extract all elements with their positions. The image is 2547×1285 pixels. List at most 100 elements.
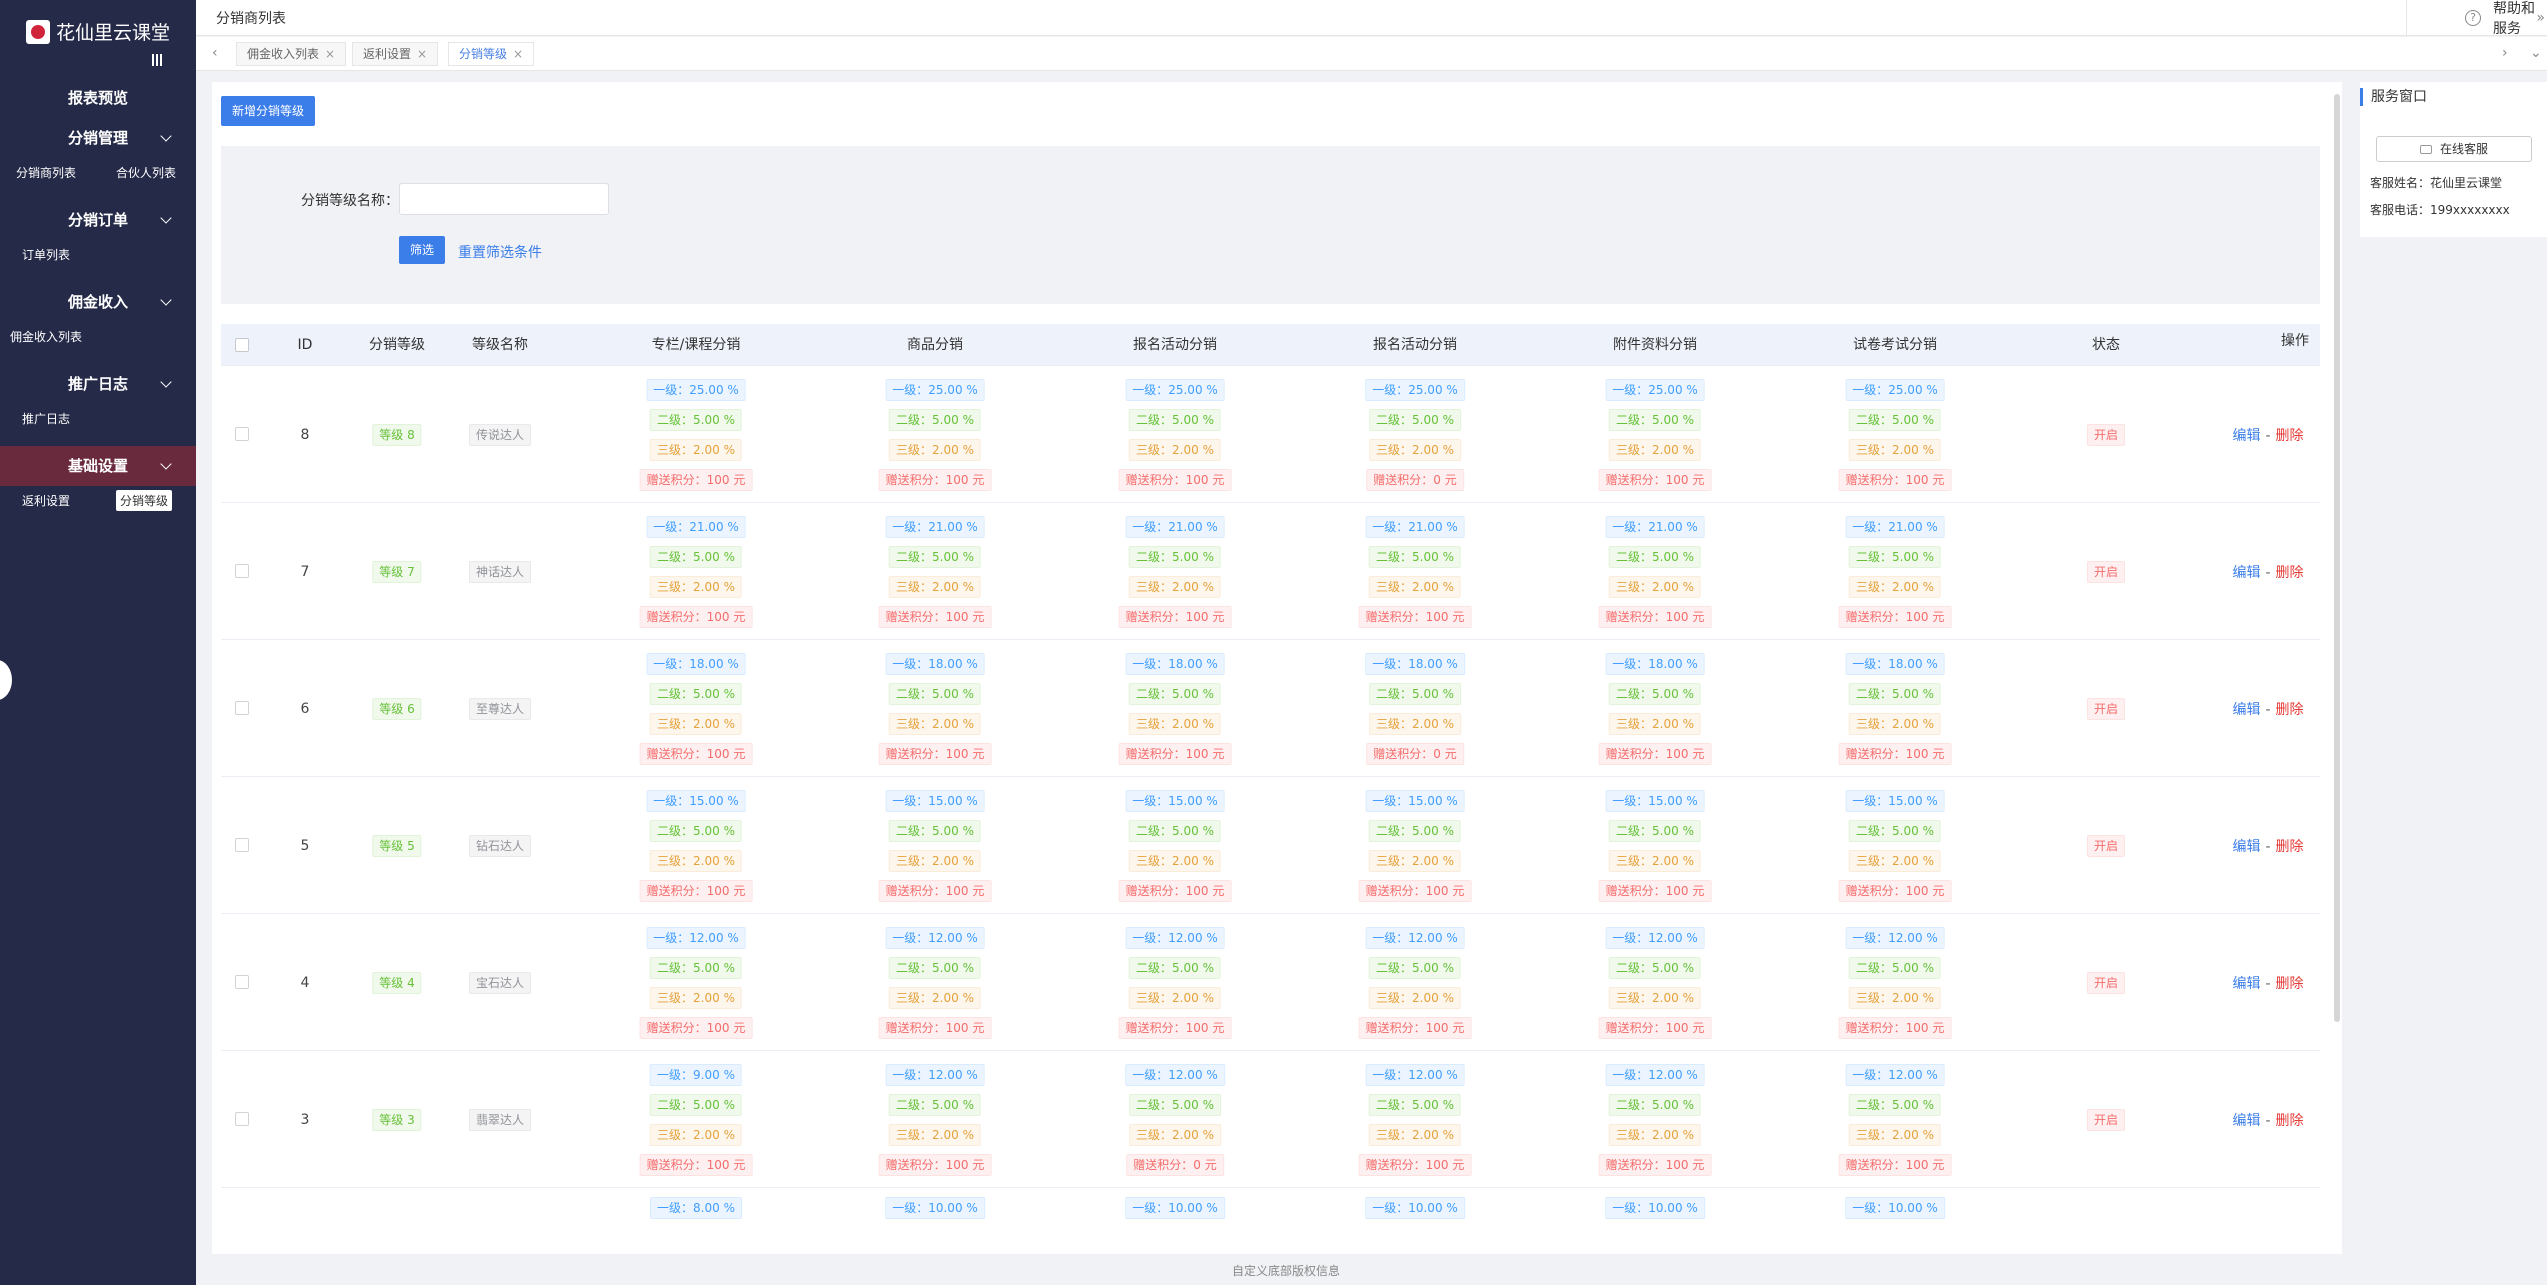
rate-cell: 一级：10.00 % (885, 1188, 985, 1242)
delete-link[interactable]: 删除 (2276, 1113, 2304, 1129)
close-icon[interactable]: × (325, 47, 335, 61)
table-row: 6 等级 6 至尊达人 一级：18.00 % 二级：5.00 % 三级：2.00 % 赠送积… (221, 640, 2320, 777)
level2-tag: 二级：5.00 % (1849, 956, 1941, 979)
level-name-tag: 宝石达人 (468, 971, 532, 994)
points-tag: 赠送积分：100 元 (1838, 1153, 1952, 1176)
tab-distribution-level[interactable]: 分销等级 × (448, 42, 535, 66)
app-logo[interactable]: 花仙里云课堂 (26, 18, 170, 45)
logo-icon (26, 19, 50, 44)
level3-tag: 三级：2.00 % (1849, 849, 1941, 872)
row-checkbox[interactable] (235, 701, 249, 715)
delete-link[interactable]: 删除 (2276, 565, 2304, 581)
edit-link[interactable]: 编辑 (2232, 1113, 2260, 1129)
level3-tag: 三级：2.00 % (1609, 849, 1701, 872)
delete-link[interactable]: 删除 (2276, 839, 2304, 855)
delete-link[interactable]: 删除 (2276, 702, 2304, 718)
row-checkbox[interactable] (235, 975, 249, 989)
menu-title[interactable]: 分销管理 (0, 118, 196, 158)
level2-tag: 二级：5.00 % (650, 956, 742, 979)
level1-tag: 一级：12.00 % (1605, 1063, 1705, 1086)
filter-button[interactable]: 筛选 (399, 236, 445, 264)
sidebar-item-order-list[interactable]: 订单列表 (18, 244, 74, 265)
double-chevron-right-icon[interactable]: » (2536, 10, 2545, 26)
level1-tag: 一级：18.00 % (646, 652, 746, 675)
tab-commission-list[interactable]: 佣金收入列表 × (236, 42, 347, 66)
rate-cell: 一级：21.00 % 二级：5.00 % 三级：2.00 % 赠送积分：100 元 (1358, 503, 1472, 640)
row-id: 6 (300, 700, 310, 717)
floating-handle[interactable] (0, 660, 12, 700)
level1-tag: 一级：12.00 % (1365, 926, 1465, 949)
level-name-tag: 钻石达人 (468, 834, 532, 857)
level2-tag: 二级：5.00 % (1129, 408, 1221, 431)
close-icon[interactable]: × (417, 47, 427, 61)
vertical-scrollbar[interactable] (2334, 94, 2340, 1022)
edit-link[interactable]: 编辑 (2232, 565, 2260, 581)
menu-title[interactable]: 分销订单 (0, 200, 196, 240)
footer-copyright: 自定义底部版权信息 (1231, 1264, 1340, 1278)
level-tag: 等级 8 (372, 423, 422, 446)
row-checkbox[interactable] (235, 427, 249, 441)
level1-tag: 一级：25.00 % (1845, 378, 1945, 401)
rate-cell: 一级：15.00 % 二级：5.00 % 三级：2.00 % 赠送积分：100 元 (1598, 777, 1712, 914)
rate-cell: 一级：25.00 % 二级：5.00 % 三级：2.00 % 赠送积分：100 元 (1838, 366, 1952, 503)
reset-filter-link[interactable]: 重置筛选条件 (458, 242, 542, 262)
help-service-button[interactable]: ? 帮助和服务 » (2406, 0, 2547, 37)
level3-tag: 三级：2.00 % (1129, 986, 1221, 1009)
table-header: ID 分销等级 等级名称 专栏/课程分销 商品分销 报名活动分销 报名活动分销 … (221, 324, 2320, 366)
row-checkbox[interactable] (235, 838, 249, 852)
row-checkbox[interactable] (235, 1112, 249, 1126)
delete-link[interactable]: 删除 (2276, 976, 2304, 992)
edit-link[interactable]: 编辑 (2232, 702, 2260, 718)
rate-cell: 一级：25.00 % 二级：5.00 % 三级：2.00 % 赠送积分：100 元 (639, 366, 753, 503)
points-tag: 赠送积分：100 元 (878, 605, 992, 628)
edit-link[interactable]: 编辑 (2232, 976, 2260, 992)
sidebar-item-commission-list[interactable]: 佣金收入列表 (6, 326, 86, 347)
menu-title[interactable]: 推广日志 (0, 364, 196, 404)
chevron-down-icon (160, 376, 172, 388)
chevron-down-icon[interactable]: ⌄ (2530, 45, 2542, 61)
rate-cell: 一级：8.00 % (650, 1188, 742, 1242)
close-icon[interactable]: × (513, 47, 523, 61)
rate-cell: 一级：12.00 % 二级：5.00 % 三级：2.00 % 赠送积分：100 元 (1118, 914, 1232, 1051)
tab-rebate-settings[interactable]: 返利设置 × (352, 42, 439, 66)
sidebar-item-rebate-settings[interactable]: 返利设置 (18, 490, 74, 511)
delete-link[interactable]: 删除 (2276, 428, 2304, 444)
menu-group-distribution: 分销管理 分销商列表 合伙人列表 (0, 118, 196, 188)
menu-title[interactable]: 报表预览 (0, 78, 196, 118)
row-checkbox[interactable] (235, 564, 249, 578)
table-row: 8 等级 8 传说达人 一级：25.00 % 二级：5.00 % 三级：2.00 % 赠送积… (221, 366, 2320, 503)
collapse-menu-icon[interactable] (150, 54, 164, 68)
chevron-left-icon[interactable]: ‹ (212, 45, 218, 61)
level-name-input[interactable] (399, 183, 609, 215)
menu-title[interactable]: 基础设置 (0, 446, 196, 486)
rate-cell: 一级：10.00 % (1845, 1188, 1945, 1242)
select-all-checkbox[interactable] (235, 338, 249, 352)
breadcrumb[interactable]: 分销商列表 (216, 8, 286, 28)
edit-link[interactable]: 编辑 (2232, 839, 2260, 855)
menu-title[interactable]: 佣金收入 (0, 282, 196, 322)
online-service-button[interactable]: 在线客服 (2376, 136, 2532, 162)
edit-link[interactable]: 编辑 (2232, 428, 2260, 444)
chevron-right-icon[interactable]: › (2502, 45, 2508, 61)
table-body: 8 等级 8 传说达人 一级：25.00 % 二级：5.00 % 三级：2.00 % 赠送积… (221, 366, 2320, 1242)
level3-tag: 三级：2.00 % (1369, 575, 1461, 598)
points-tag: 赠送积分：100 元 (1118, 1016, 1232, 1039)
filter-panel: 分销等级名称： 筛选 重置筛选条件 (221, 146, 2320, 304)
level-tag: 等级 3 (372, 1108, 422, 1131)
level3-tag: 三级：2.00 % (1609, 1123, 1701, 1146)
add-level-button[interactable]: 新增分销等级 (221, 96, 316, 126)
level3-tag: 三级：2.00 % (1369, 849, 1461, 872)
level3-tag: 三级：2.00 % (650, 986, 742, 1009)
level1-tag: 一级：12.00 % (1845, 926, 1945, 949)
sidebar-item-promo-log[interactable]: 推广日志 (18, 408, 74, 429)
sidebar-item-partner-list[interactable]: 合伙人列表 (112, 162, 180, 183)
sidebar-item-distributor-list[interactable]: 分销商列表 (12, 162, 80, 183)
level2-tag: 二级：5.00 % (650, 682, 742, 705)
level2-tag: 二级：5.00 % (1609, 1093, 1701, 1116)
menu-group-report[interactable]: 报表预览 (0, 78, 196, 118)
menu-group-commission: 佣金收入 佣金收入列表 (0, 282, 196, 352)
sidebar-item-distribution-level[interactable]: 分销等级 (116, 490, 173, 511)
points-tag: 赠送积分：100 元 (1358, 879, 1472, 902)
main-content: 新增分销等级 分销等级名称： 筛选 重置筛选条件 ID 分销等级 等级名称 专栏… (212, 82, 2342, 1254)
level-name-tag: 翡翠达人 (468, 1108, 532, 1131)
